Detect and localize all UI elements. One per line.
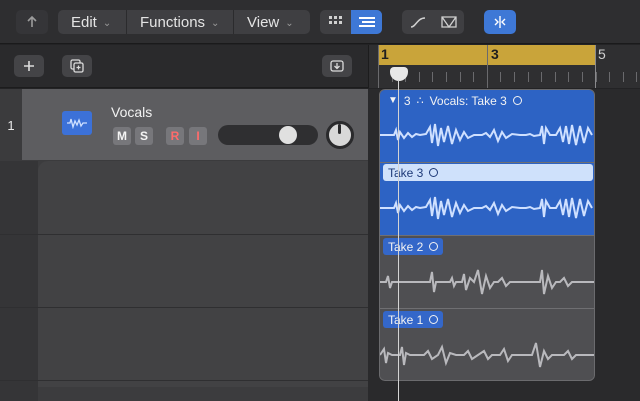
up-arrow-icon (27, 15, 37, 27)
take-1-label: Take 1 (388, 312, 424, 327)
ruler-tick (582, 72, 583, 82)
take-3-waveform (380, 196, 593, 220)
comp-waveform (380, 123, 593, 147)
catch-playhead-button[interactable] (484, 10, 516, 34)
quick-swipe-icon[interactable]: ∴ (417, 94, 424, 107)
take-3-region[interactable]: Take 3 (380, 163, 594, 235)
take-1-region[interactable]: Take 1 (380, 309, 594, 380)
list-view-button[interactable] (351, 10, 382, 34)
take-1-header[interactable]: Take 1 (383, 311, 444, 328)
ruler-tick (568, 72, 569, 82)
snap-icon (494, 16, 506, 28)
view-mode-toggle (320, 10, 382, 34)
take-menu-icon[interactable] (429, 242, 439, 251)
track-name: Vocals (111, 104, 153, 120)
take-menu-icon[interactable] (429, 168, 439, 177)
ruler-tick (500, 72, 501, 82)
ruler-tick (460, 72, 461, 82)
chevron-down-icon: ⌄ (285, 17, 294, 29)
ruler-tick (623, 72, 624, 82)
chevron-down-icon: ⌄ (102, 17, 112, 29)
take-3-header[interactable]: Take 3 (383, 164, 593, 181)
ruler-tick (555, 72, 556, 82)
tracks-header (0, 45, 368, 88)
menu-view-label: View (247, 13, 280, 31)
volume-slider[interactable] (218, 125, 318, 145)
ruler-tick (528, 72, 529, 82)
solo-button[interactable]: S (135, 127, 153, 145)
take-folder[interactable]: ▼ 3 ∴ Vocals: Take 3 Take 3 Take 2 Take … (379, 89, 595, 381)
grid-icon (328, 16, 342, 24)
volume-slider-thumb[interactable] (279, 126, 297, 144)
add-track-button[interactable] (14, 55, 44, 77)
menu-view[interactable]: View ⌄ (234, 10, 310, 34)
ruler-tick (596, 72, 597, 82)
download-button[interactable] (322, 55, 352, 77)
bar-number-5: 5 (598, 46, 606, 62)
flex-time-icon (440, 16, 457, 28)
menu-functions-label: Functions (140, 13, 206, 31)
duplicate-track-button[interactable] (62, 55, 92, 77)
take-1-waveform (380, 342, 594, 368)
take-3-label: Take 3 (388, 165, 424, 180)
list-icon (358, 17, 375, 27)
waveform-icon (67, 118, 87, 129)
automation-curve-icon (410, 17, 425, 28)
flex-button[interactable] (433, 10, 464, 34)
ruler-tick (473, 72, 474, 82)
take-menu-icon[interactable] (512, 96, 522, 105)
comp-region[interactable]: ▼ 3 ∴ Vocals: Take 3 (380, 90, 594, 162)
take-menu-icon[interactable] (429, 315, 439, 324)
track-number: 1 (0, 89, 22, 161)
track-row-vocals[interactable]: 1 Vocals M S R I (0, 89, 368, 161)
duplicate-track-icon (70, 59, 84, 73)
take-2-waveform (380, 269, 594, 295)
playhead-line (398, 80, 399, 401)
ruler-tick (419, 72, 420, 82)
pan-knob[interactable] (326, 121, 354, 149)
ruler-tick (432, 72, 433, 82)
ruler-tick (636, 72, 637, 82)
disclosure-triangle-icon[interactable]: ▼ (388, 95, 398, 106)
toolbar: Edit ⌄ Functions ⌄ View ⌄ (0, 0, 640, 44)
comp-title: Vocals: Take 3 (429, 93, 507, 108)
menu-edit[interactable]: Edit ⌄ (58, 10, 126, 34)
take-2-header[interactable]: Take 2 (383, 238, 444, 255)
record-arm-button[interactable]: R (166, 127, 184, 145)
menu-functions[interactable]: Functions ⌄ (127, 10, 233, 34)
ruler-tick (514, 72, 515, 82)
menu-edit-label: Edit (71, 13, 97, 31)
automation-toggle (402, 10, 464, 34)
grid-view-button[interactable] (320, 10, 351, 34)
take-2-region[interactable]: Take 2 (380, 236, 594, 308)
back-button[interactable] (16, 10, 48, 34)
automation-button[interactable] (402, 10, 433, 34)
ruler-tick (487, 72, 488, 82)
ruler-tick (378, 72, 379, 82)
input-monitor-button[interactable]: I (189, 127, 207, 145)
ruler-tick (446, 72, 447, 82)
chevron-down-icon: ⌄ (211, 17, 220, 29)
download-icon (330, 60, 344, 72)
mute-button[interactable]: M (113, 127, 131, 145)
empty-track-area (0, 161, 368, 401)
plus-icon (24, 61, 34, 71)
take-count: 3 (403, 93, 411, 108)
track-instrument-button[interactable] (62, 111, 92, 135)
take-2-label: Take 2 (388, 239, 424, 254)
ruler-tick (541, 72, 542, 82)
bar-number-3: 3 (491, 46, 499, 62)
menu-bar: Edit ⌄ Functions ⌄ View ⌄ (58, 10, 310, 34)
ruler-tick (609, 72, 610, 82)
bar-number-1: 1 (381, 46, 389, 62)
comp-header[interactable]: ▼ 3 ∴ Vocals: Take 3 (383, 92, 527, 109)
